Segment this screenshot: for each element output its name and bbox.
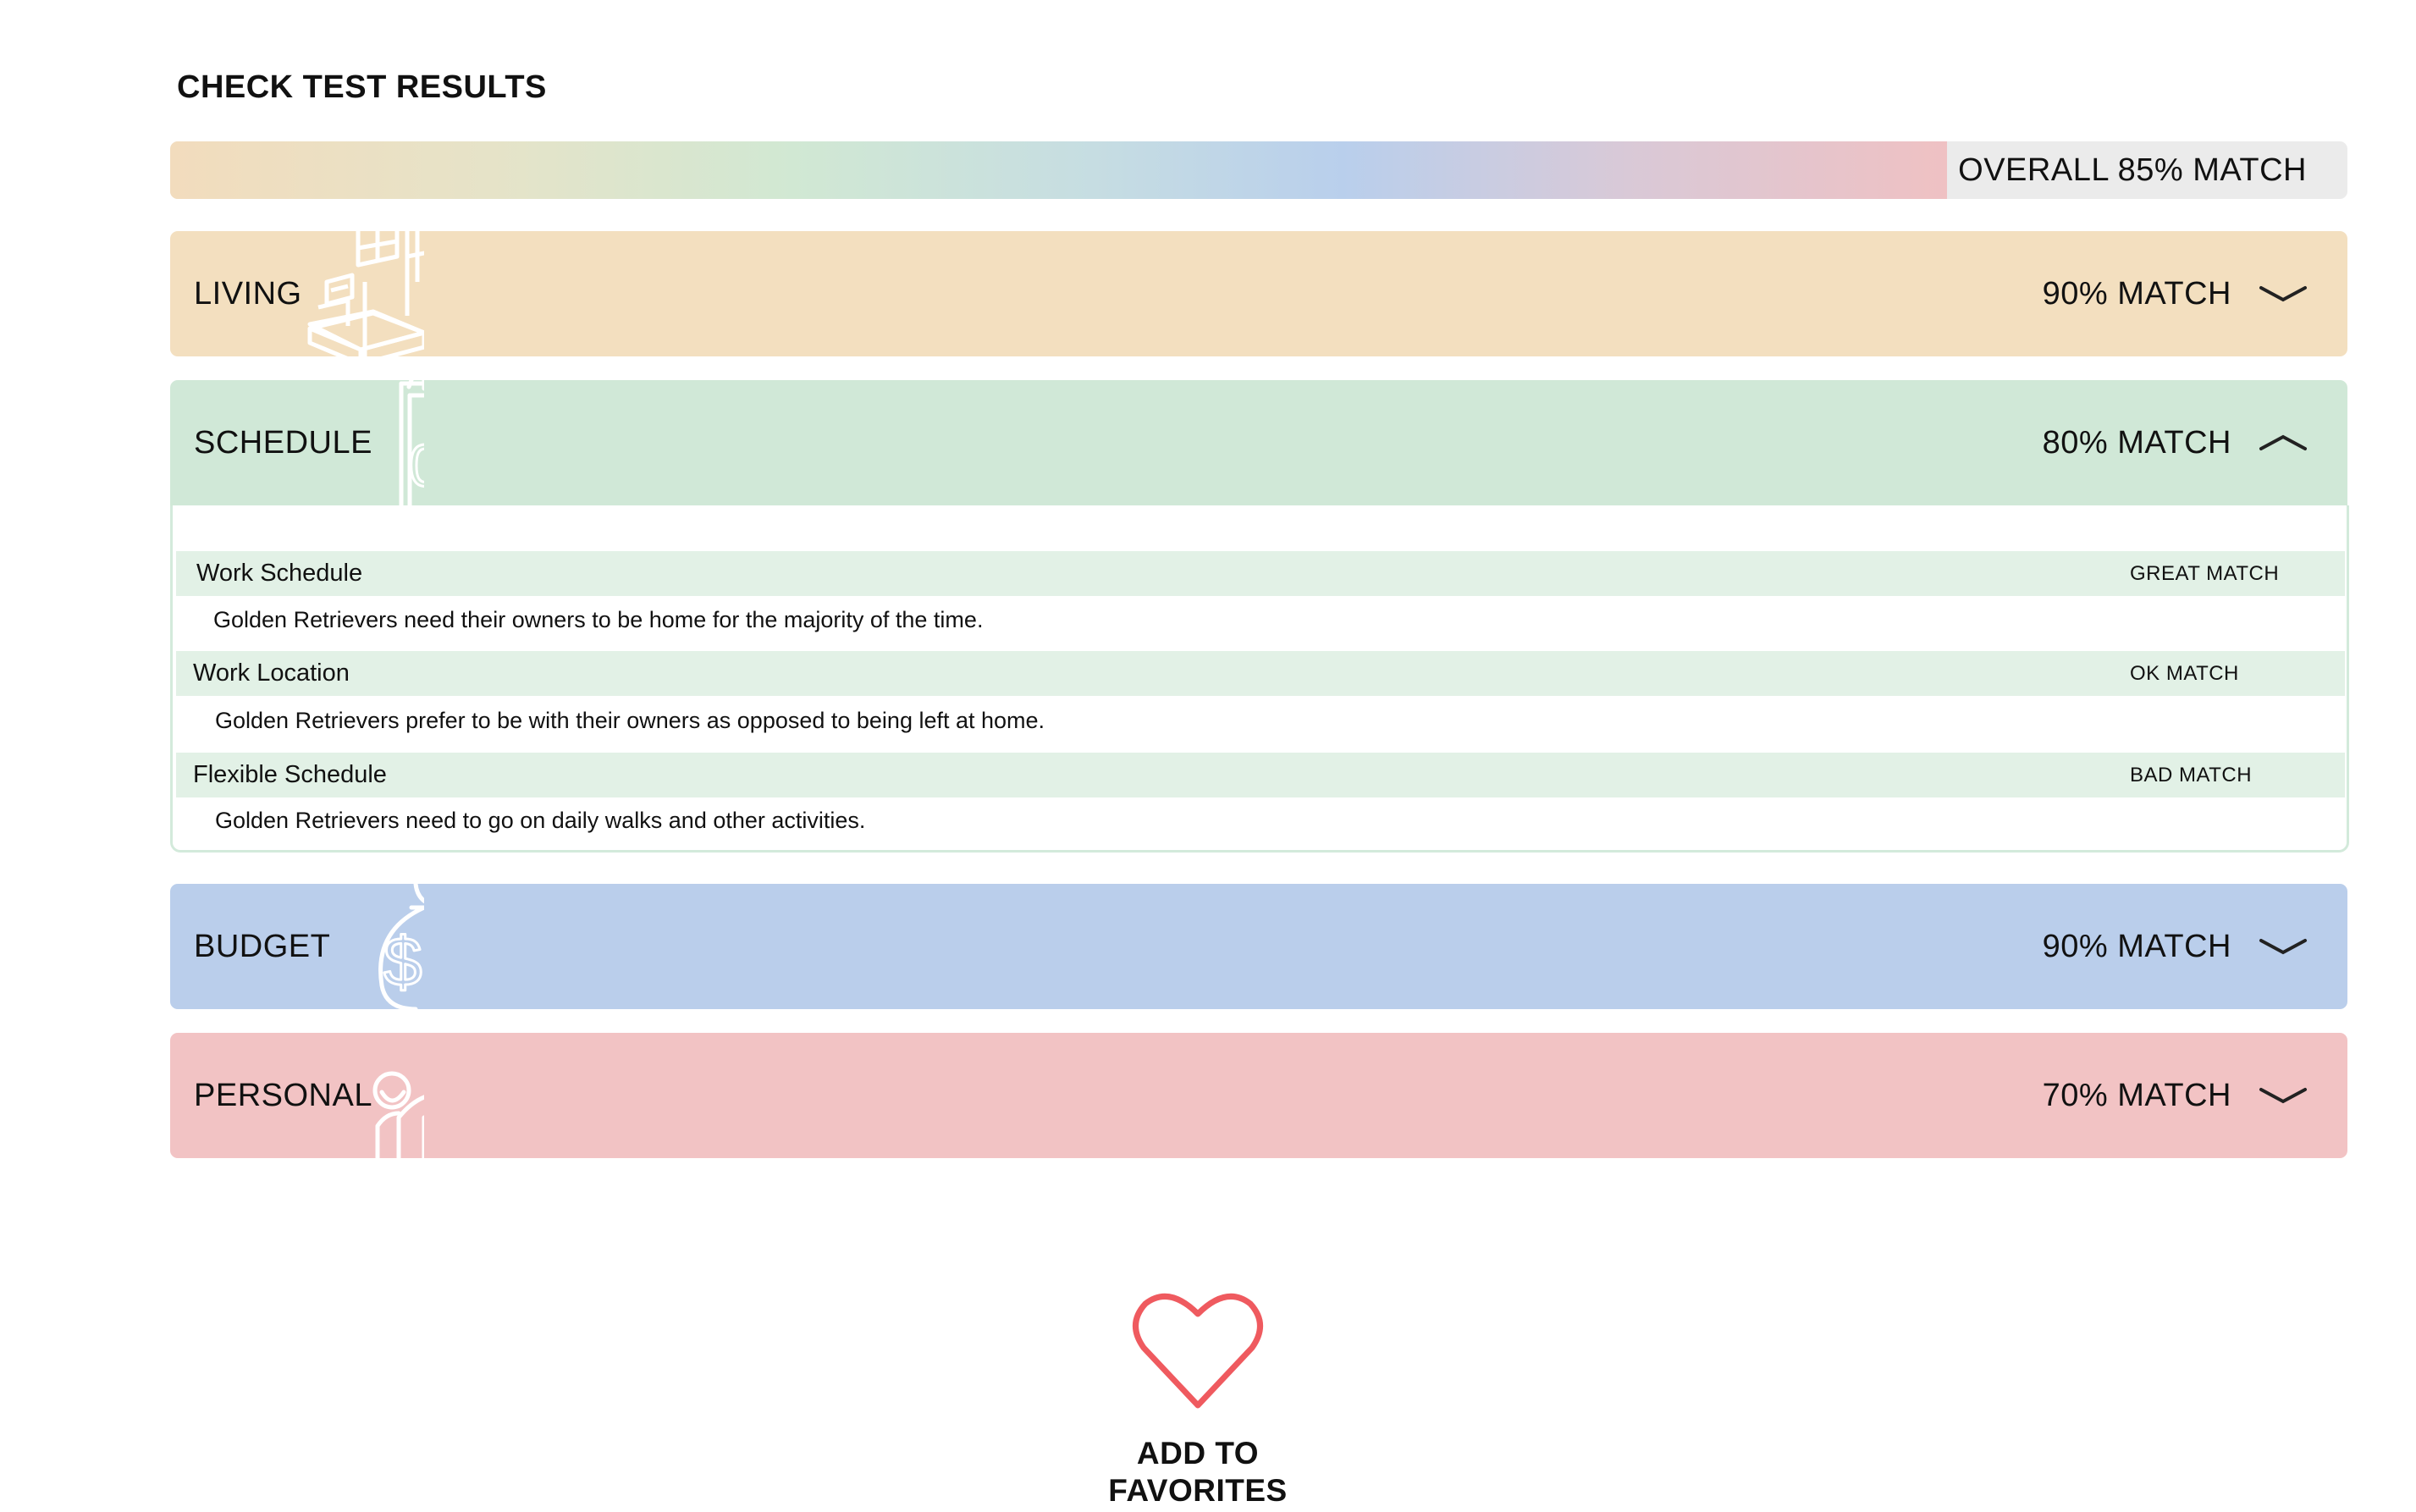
detail-title: Flexible Schedule: [193, 761, 387, 788]
category-match: 90% MATCH: [2042, 275, 2231, 312]
category-match: 70% MATCH: [2042, 1077, 2231, 1113]
match-badge: GREAT MATCH: [2130, 561, 2280, 585]
category-personal[interactable]: PERSONAL 70% MATCH: [170, 1033, 2347, 1158]
category-match: 80% MATCH: [2042, 424, 2231, 461]
category-name: PERSONAL: [194, 1077, 372, 1113]
overall-match-fill: [170, 141, 1947, 199]
detail-description: Golden Retrievers need their owners to b…: [213, 607, 984, 632]
match-badge: OK MATCH: [2130, 661, 2239, 685]
detail-title: Work Location: [193, 659, 350, 687]
chevron-down-icon[interactable]: [2259, 1084, 2308, 1106]
heart-outline-icon[interactable]: [1132, 1287, 1264, 1412]
category-name: LIVING: [194, 275, 302, 312]
chevron-up-icon[interactable]: [2259, 432, 2308, 454]
match-badge: BAD MATCH: [2130, 763, 2253, 786]
detail-row-flexible-schedule[interactable]: Flexible Schedule BAD MATCH: [176, 753, 2345, 797]
category-schedule[interactable]: 01 SCHEDULE 80% MATCH: [170, 380, 2347, 505]
favorites-label-line2: FAVORITES: [1108, 1473, 1288, 1508]
add-to-favorites-button[interactable]: ADD TO FAVORITES: [1092, 1287, 1304, 1509]
overall-match-bar: OVERALL 85% MATCH: [170, 141, 2347, 199]
svg-text:$: $: [383, 924, 422, 1001]
category-budget[interactable]: $ BUDGET 90% MATCH: [170, 884, 2347, 1009]
category-match: 90% MATCH: [2042, 928, 2231, 964]
chevron-down-icon[interactable]: [2259, 283, 2308, 305]
page-title: CHECK TEST RESULTS: [177, 69, 547, 105]
svg-text:01: 01: [409, 433, 424, 499]
overall-match-label: OVERALL 85% MATCH: [1958, 152, 2307, 188]
chevron-down-icon[interactable]: [2259, 935, 2308, 957]
schedule-details-panel: Work Schedule GREAT MATCH Golden Retriev…: [170, 505, 2349, 853]
detail-row-work-schedule[interactable]: Work Schedule GREAT MATCH: [176, 551, 2345, 596]
detail-title: Work Schedule: [196, 560, 363, 587]
favorites-label-line1: ADD TO: [1136, 1436, 1260, 1471]
category-name: BUDGET: [194, 928, 331, 964]
category-name: SCHEDULE: [194, 424, 372, 461]
detail-row-work-location[interactable]: Work Location OK MATCH: [176, 651, 2345, 696]
category-living[interactable]: LIVING 90% MATCH: [170, 231, 2347, 356]
detail-description: Golden Retrievers need to go on daily wa…: [215, 808, 866, 833]
detail-description: Golden Retrievers prefer to be with thei…: [215, 708, 1045, 733]
